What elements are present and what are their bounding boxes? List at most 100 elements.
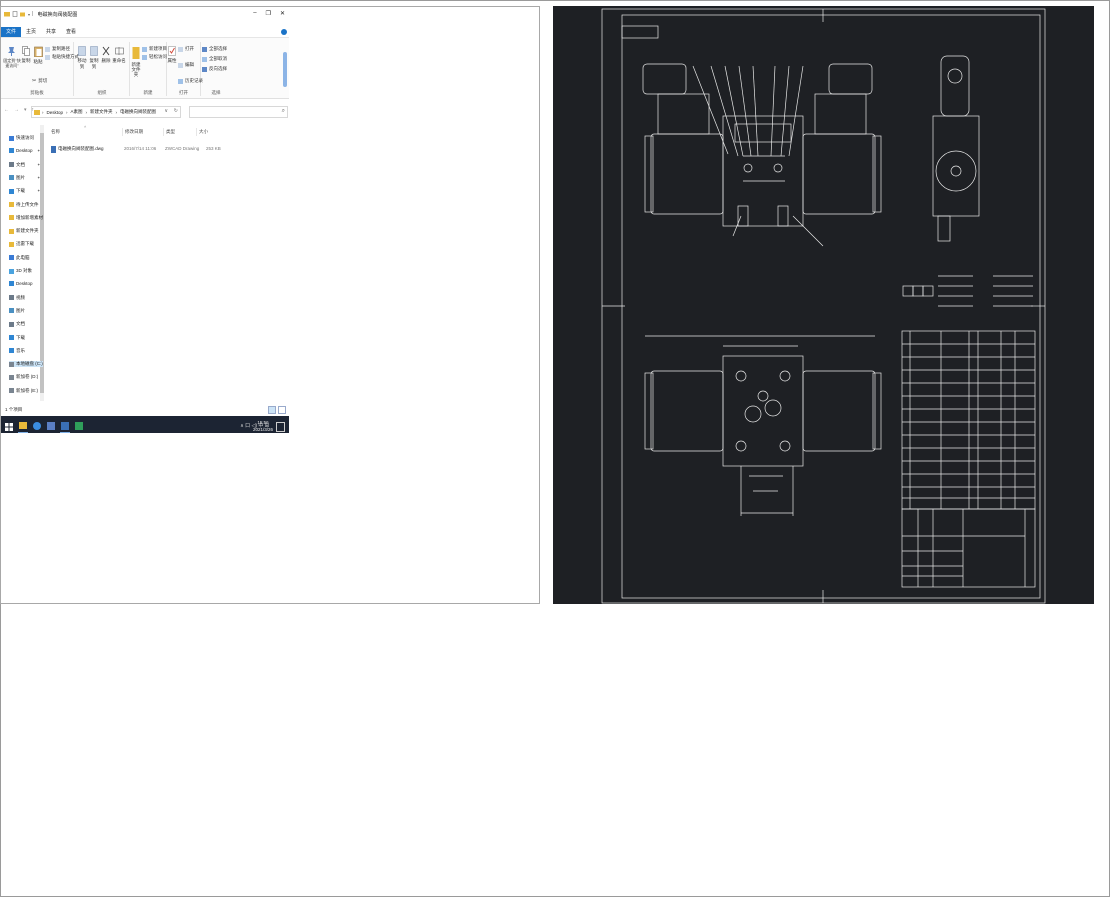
open-button[interactable]: 打开 xyxy=(178,46,194,52)
paste-shortcut-button[interactable]: 粘贴快捷方式 xyxy=(45,54,79,60)
delete-button[interactable]: 删除 xyxy=(101,46,111,64)
sidebar-item[interactable]: 图片 xyxy=(9,175,25,181)
search-input[interactable]: ⌕ xyxy=(189,106,288,118)
move-to-icon xyxy=(78,46,86,56)
notification-icon[interactable] xyxy=(276,422,285,432)
dwg-file-icon xyxy=(51,146,56,153)
select-all-button[interactable]: 全部选择 xyxy=(202,46,227,52)
sidebar-item[interactable]: 下载 xyxy=(9,335,25,341)
windows-start-icon[interactable] xyxy=(5,423,13,431)
sidebar-item[interactable]: Desktop xyxy=(9,281,33,287)
breadcrumb-new-folder[interactable]: 新建文件夹 xyxy=(90,109,113,115)
sidebar-item[interactable]: 文档 xyxy=(9,162,25,168)
sidebar-item[interactable]: 新加卷 (D:) xyxy=(9,374,38,380)
copy-to-button[interactable]: 复制到 xyxy=(88,46,100,70)
help-icon[interactable] xyxy=(281,29,287,35)
organize-group-label: 组织 xyxy=(97,90,107,95)
document-icon xyxy=(9,321,14,327)
tab-file[interactable]: 文件 xyxy=(1,27,22,37)
clock[interactable]: 15:56 2021/3/26 xyxy=(253,419,273,433)
breadcrumb-asutu[interactable]: A素图 xyxy=(71,109,83,115)
copy-path-button[interactable]: 复制路径 xyxy=(45,46,70,52)
copy-button[interactable]: 复制 xyxy=(20,46,32,64)
file-modified: 2016/7/14 11:06 xyxy=(124,146,157,151)
sidebar-item-label: 音乐 xyxy=(16,347,25,353)
browser-taskbar-icon[interactable] xyxy=(32,420,42,432)
sidebar-item[interactable]: 3D 对象 xyxy=(9,268,32,274)
new-folder-button[interactable]: 新建文件夹 xyxy=(130,46,142,77)
document-taskbar-icon[interactable] xyxy=(46,420,56,432)
sidebar-item[interactable]: 待上传文件 xyxy=(9,202,39,208)
sidebar-item[interactable]: 本地磁盘 (C:) xyxy=(9,361,43,368)
sidebar-item[interactable]: 下载 xyxy=(9,188,25,194)
select-all-icon xyxy=(202,46,207,52)
rename-button[interactable]: 重命名 xyxy=(112,46,126,64)
column-header-size[interactable]: 大小 xyxy=(196,128,219,136)
ribbon-tabs: 文件 主页 共享 查看 xyxy=(1,27,289,38)
select-group: 全部选择 全部取消 反向选择 选择 xyxy=(201,42,231,96)
chart-app-taskbar-icon[interactable] xyxy=(74,420,84,432)
cad-drawing xyxy=(601,8,1046,604)
back-arrow-icon[interactable]: ← xyxy=(4,107,9,113)
new-item-button[interactable]: 新建项目 xyxy=(142,46,167,52)
address-dropdown-icon[interactable]: ∨ xyxy=(164,108,168,114)
sidebar-item[interactable]: 文档 xyxy=(9,321,25,327)
sidebar-item-label: 下载 xyxy=(16,334,25,340)
sidebar-item[interactable]: 新加卷 (E:) xyxy=(9,388,38,394)
properties-icon[interactable] xyxy=(12,11,18,17)
column-header-name[interactable]: 名称 xyxy=(49,128,121,136)
sidebar-item[interactable]: 迅雷下载 xyxy=(9,241,34,247)
sidebar-item-label: 3D 对象 xyxy=(16,268,33,273)
tab-view[interactable]: 查看 xyxy=(61,27,81,37)
minimize-button[interactable]: – xyxy=(253,10,256,17)
sidebar-item[interactable]: 此电脑 xyxy=(9,255,30,261)
history-button[interactable]: 历史记录 xyxy=(178,78,203,84)
easy-access-button[interactable]: 轻松访问 xyxy=(142,54,167,60)
sidebar-item[interactable]: 新建文件夹 xyxy=(9,228,39,234)
close-button[interactable]: ✕ xyxy=(280,10,285,17)
column-header-modified[interactable]: 修改日期 xyxy=(122,128,163,136)
sidebar-item[interactable]: 音乐 xyxy=(9,348,25,354)
new-folder-icon[interactable] xyxy=(20,11,26,17)
tab-share[interactable]: 共享 xyxy=(41,27,61,37)
breadcrumb-sep: › xyxy=(85,109,88,115)
cut-button[interactable]: ✂ 剪切 xyxy=(32,78,47,84)
details-view-button[interactable] xyxy=(268,406,276,414)
breadcrumb-desktop[interactable]: Desktop xyxy=(47,110,64,115)
clock-date: 2021/3/26 xyxy=(252,427,273,432)
tab-home[interactable]: 主页 xyxy=(21,27,41,37)
invert-selection-button[interactable]: 反向选择 xyxy=(202,66,227,72)
new-group-label: 新建 xyxy=(143,90,153,95)
large-icons-view-button[interactable] xyxy=(278,406,286,414)
file-explorer-taskbar-icon[interactable] xyxy=(18,420,28,433)
sidebar-item[interactable]: Desktop xyxy=(9,148,33,154)
window-controls: – ❐ ✕ xyxy=(253,10,285,17)
maximize-button[interactable]: ❐ xyxy=(266,10,271,17)
properties-button[interactable]: 属性 xyxy=(167,46,177,64)
folder-icon xyxy=(9,215,14,221)
address-row: ← → ▾ ↑ › Desktop › A素图 › 新建文件夹 › 电磁换向阀装… xyxy=(1,104,289,118)
forward-arrow-icon[interactable]: → xyxy=(14,107,19,113)
qa-dropdown-icon[interactable]: ▾ xyxy=(28,12,30,17)
explorer-screenshot-panel: ▾ | 电磁换向阀装配图 – ❐ ✕ 文件 主页 共享 查看 固定到"快速访问" xyxy=(0,6,540,604)
symbol-and-notes xyxy=(902,275,1033,307)
title-separator: | xyxy=(32,11,34,17)
address-bar[interactable]: › Desktop › A素图 › 新建文件夹 › 电磁换向阀装配图 ∨ ↻ xyxy=(31,106,181,118)
recent-dropdown-icon[interactable]: ▾ xyxy=(24,107,27,113)
sidebar-item[interactable]: 快速访问 xyxy=(9,135,34,141)
edit-button[interactable]: 编辑 xyxy=(178,62,194,68)
file-name[interactable]: 电磁换向阀装配图.dwg xyxy=(58,145,104,153)
move-to-button[interactable]: 移动到 xyxy=(76,46,88,70)
refresh-icon[interactable]: ↻ xyxy=(174,108,178,114)
sidebar-item[interactable]: 视频 xyxy=(9,295,25,301)
paste-button[interactable]: 粘贴 xyxy=(32,46,44,65)
breadcrumb-current[interactable]: 电磁换向阀装配图 xyxy=(120,109,156,115)
sidebar-item[interactable]: 增加新增素材 xyxy=(9,215,43,221)
pin-quick-access-button[interactable]: 固定到"快速访问" xyxy=(3,46,21,68)
column-header-type[interactable]: 类型 xyxy=(163,128,196,136)
ribbon-scrollbar[interactable] xyxy=(283,52,287,87)
select-none-button[interactable]: 全部取消 xyxy=(202,56,227,62)
cad-taskbar-icon[interactable] xyxy=(60,420,70,433)
file-row[interactable]: 电磁换向阀装配图.dwg 2016/7/14 11:06 ZWCAD Drawi… xyxy=(49,145,249,153)
sidebar-item[interactable]: 图片 xyxy=(9,308,25,314)
